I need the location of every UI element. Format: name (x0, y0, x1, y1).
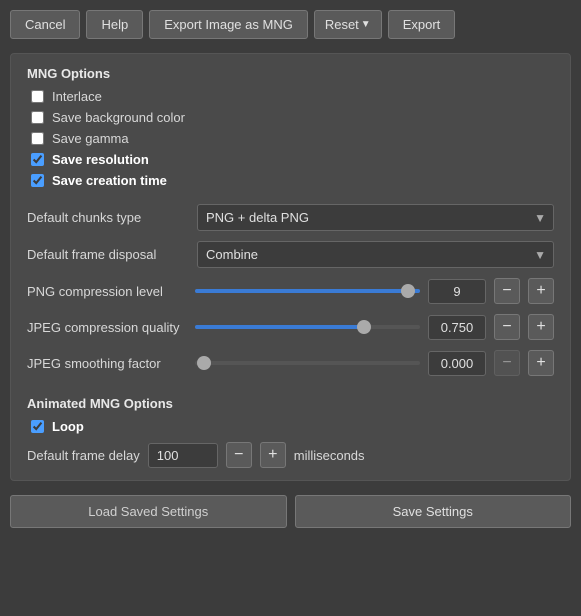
toolbar: Cancel Help Export Image as MNG Reset ▼ … (10, 10, 571, 39)
jpeg-quality-plus[interactable]: + (528, 314, 554, 340)
cancel-button[interactable]: Cancel (10, 10, 80, 39)
loop-label[interactable]: Loop (52, 419, 84, 434)
delay-plus[interactable]: + (260, 442, 286, 468)
loop-checkbox[interactable] (31, 420, 44, 433)
interlace-label[interactable]: Interlace (52, 89, 102, 104)
png-compression-minus[interactable]: − (494, 278, 520, 304)
jpeg-smoothing-plus[interactable]: + (528, 350, 554, 376)
default-frame-disposal-select[interactable]: Combine Replace None (197, 241, 554, 268)
reset-label: Reset (325, 17, 359, 32)
jpeg-smoothing-label: JPEG smoothing factor (27, 356, 187, 371)
default-chunks-type-select[interactable]: PNG + delta PNG PNG JNG delta PNG (197, 204, 554, 231)
default-frame-disposal-select-wrap: Combine Replace None ▼ (197, 241, 554, 268)
save-gamma-checkbox[interactable] (31, 132, 44, 145)
delay-minus[interactable]: − (226, 442, 252, 468)
save-gamma-label[interactable]: Save gamma (52, 131, 129, 146)
delay-row: Default frame delay − + milliseconds (27, 442, 554, 468)
mng-options-panel: MNG Options Interlace Save background co… (10, 53, 571, 481)
save-creation-time-label[interactable]: Save creation time (52, 173, 167, 188)
jpeg-quality-value[interactable] (428, 315, 486, 340)
default-frame-disposal-label: Default frame disposal (27, 247, 187, 262)
delay-input[interactable] (148, 443, 218, 468)
delay-label: Default frame delay (27, 448, 140, 463)
export-button[interactable]: Export (388, 10, 456, 39)
save-settings-button[interactable]: Save Settings (295, 495, 572, 528)
save-bg-color-label[interactable]: Save background color (52, 110, 185, 125)
save-creation-time-checkbox[interactable] (31, 174, 44, 187)
jpeg-smoothing-row: JPEG smoothing factor − + (27, 350, 554, 376)
default-frame-disposal-row: Default frame disposal Combine Replace N… (27, 241, 554, 268)
reset-button[interactable]: Reset ▼ (314, 10, 382, 39)
default-chunks-type-select-wrap: PNG + delta PNG PNG JNG delta PNG ▼ (197, 204, 554, 231)
chevron-down-icon: ▼ (361, 19, 371, 30)
jpeg-quality-row: JPEG compression quality − + (27, 314, 554, 340)
animated-section-title: Animated MNG Options (27, 396, 554, 411)
png-compression-plus[interactable]: + (528, 278, 554, 304)
delay-unit: milliseconds (294, 448, 365, 463)
png-compression-label: PNG compression level (27, 284, 187, 299)
jpeg-smoothing-minus[interactable]: − (494, 350, 520, 376)
animated-mng-section: Animated MNG Options Loop Default frame … (27, 396, 554, 468)
save-bg-color-checkbox[interactable] (31, 111, 44, 124)
load-saved-settings-button[interactable]: Load Saved Settings (10, 495, 287, 528)
default-chunks-type-label: Default chunks type (27, 210, 187, 225)
jpeg-quality-minus[interactable]: − (494, 314, 520, 340)
interlace-row: Interlace (27, 89, 554, 104)
default-chunks-type-row: Default chunks type PNG + delta PNG PNG … (27, 204, 554, 231)
export-mng-button[interactable]: Export Image as MNG (149, 10, 308, 39)
bottom-buttons: Load Saved Settings Save Settings (10, 495, 571, 528)
png-compression-row: PNG compression level − + (27, 278, 554, 304)
jpeg-quality-thumb[interactable] (357, 320, 371, 334)
jpeg-smoothing-thumb[interactable] (197, 356, 211, 370)
png-compression-thumb[interactable] (401, 284, 415, 298)
save-gamma-row: Save gamma (27, 131, 554, 146)
interlace-checkbox[interactable] (31, 90, 44, 103)
help-button[interactable]: Help (86, 10, 143, 39)
save-creation-time-row: Save creation time (27, 173, 554, 188)
jpeg-smoothing-value[interactable] (428, 351, 486, 376)
save-resolution-checkbox[interactable] (31, 153, 44, 166)
save-bg-color-row: Save background color (27, 110, 554, 125)
save-resolution-row: Save resolution (27, 152, 554, 167)
png-compression-value[interactable] (428, 279, 486, 304)
panel-title: MNG Options (27, 66, 554, 81)
loop-row: Loop (27, 419, 554, 434)
jpeg-quality-label: JPEG compression quality (27, 320, 187, 335)
save-resolution-label[interactable]: Save resolution (52, 152, 149, 167)
